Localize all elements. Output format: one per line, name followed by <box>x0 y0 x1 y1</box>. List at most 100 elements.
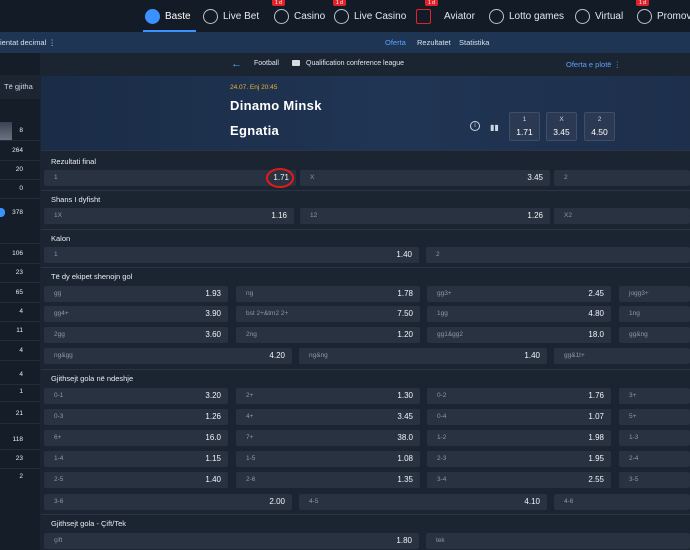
odds-cell[interactable]: çift 1.80 <box>44 533 419 549</box>
odds-cell[interactable]: 12 1.26 <box>300 208 550 224</box>
outcome-label: 2-3 <box>437 455 447 462</box>
odds-cell[interactable]: 2-5 1.40 <box>44 472 228 488</box>
odds-cell[interactable]: 4+ 3.45 <box>236 409 420 425</box>
sidebar-count[interactable]: 11 <box>0 322 40 339</box>
odds-cell[interactable]: 1-2 1.98 <box>427 430 611 446</box>
stats-bar-icon[interactable]: ▮▮ <box>490 123 499 132</box>
sidebar-count[interactable]: 23 <box>0 450 40 467</box>
odds-cell[interactable]: gg 1.93 <box>44 286 228 302</box>
back-arrow-icon[interactable]: ← <box>231 58 242 70</box>
odds-cell[interactable]: 2-4 <box>619 451 690 467</box>
tab-oferta[interactable]: Oferta <box>385 32 406 53</box>
odds-cell[interactable]: 2+ 1.30 <box>236 388 420 404</box>
outcome-label: 1-4 <box>54 455 64 462</box>
flag-icon <box>292 60 300 66</box>
casino-icon <box>274 8 289 24</box>
sidebar-count[interactable]: 4 <box>0 342 40 359</box>
odds-cell[interactable]: 0-4 1.07 <box>427 409 611 425</box>
sidebar-count[interactable]: 0 <box>0 180 40 197</box>
odds-cell[interactable]: 1 1.71 <box>44 170 296 186</box>
sidebar-count[interactable]: 65 <box>0 284 40 301</box>
odds-cell[interactable]: 1gg 4.80 <box>427 306 611 322</box>
nav-aviator[interactable]: Aviator <box>416 0 475 32</box>
market-title: Gjithsejt gola - Çift/Tek <box>51 519 127 528</box>
sidebar-count[interactable]: 264 <box>0 142 40 159</box>
odds-cell[interactable]: 2-3 1.95 <box>427 451 611 467</box>
tab-rezultatet[interactable]: Rezultatet <box>417 32 451 53</box>
odds-cell[interactable]: ng&ng 1.40 <box>299 348 547 364</box>
sidebar-count[interactable]: 4 <box>0 303 40 320</box>
odds-cell[interactable]: 4-5 4.10 <box>299 494 547 510</box>
odds-cell[interactable]: 2gg 3.60 <box>44 327 228 343</box>
odds-cell[interactable]: X 3.45 <box>300 170 550 186</box>
nav-lotto-games[interactable]: Lotto games <box>489 0 564 32</box>
odds-cell[interactable]: tek <box>426 533 690 549</box>
odds-value: 1.71 <box>516 127 533 137</box>
odds-cell[interactable]: 1-3 <box>619 430 690 446</box>
sidebar-count[interactable]: 20 <box>0 161 40 178</box>
lotto-icon <box>489 8 504 24</box>
sidebar-count[interactable]: 118 <box>0 431 40 448</box>
odds-box-1[interactable]: 1 1.71 <box>509 112 540 141</box>
outcome-label: 0-3 <box>54 413 64 420</box>
odds-cell[interactable]: 2-6 1.35 <box>236 472 420 488</box>
odds-cell[interactable]: 2 <box>426 247 690 263</box>
nav-live-casino[interactable]: Live Casino <box>334 0 406 32</box>
odds-cell[interactable]: 1ng <box>619 306 690 322</box>
odds-cell[interactable]: gg&1t+ <box>554 348 690 364</box>
sidebar-count[interactable]: 106 <box>0 245 40 262</box>
odds-cell[interactable]: 3-4 2.55 <box>427 472 611 488</box>
odds-box-2[interactable]: 2 4.50 <box>584 112 615 141</box>
odds-cell[interactable]: X2 <box>554 208 690 224</box>
nav-live-bet[interactable]: Live Bet <box>203 0 259 32</box>
sidebar-count[interactable]: 8 <box>0 122 40 139</box>
odds-cell[interactable]: 1-4 1.15 <box>44 451 228 467</box>
odds-cell[interactable]: 7+ 38.0 <box>236 430 420 446</box>
nav-virtual[interactable]: Virtual <box>575 0 623 32</box>
sidebar-count[interactable]: 4 <box>0 366 40 383</box>
odds-cell[interactable]: gg3+ 2.45 <box>427 286 611 302</box>
nav-casino[interactable]: Casino <box>274 0 325 32</box>
odds-cell[interactable]: 6+ 16.0 <box>44 430 228 446</box>
odds-cell[interactable]: 1X 1.16 <box>44 208 294 224</box>
market-title: Gjithsejt gola në ndeshje <box>51 374 134 383</box>
tab-statistika[interactable]: Statistika <box>459 32 489 53</box>
breadcrumb-league[interactable]: Qualification conference league <box>306 60 404 67</box>
odds-cell[interactable]: 2 <box>554 170 690 186</box>
odds-cell[interactable]: 1-5 1.08 <box>236 451 420 467</box>
odds-cell[interactable]: 4-6 <box>554 494 690 510</box>
sidebar-count[interactable]: 21 <box>0 405 40 422</box>
breadcrumb-sport[interactable]: Football <box>254 60 279 67</box>
nav-baste[interactable]: Baste <box>145 0 191 32</box>
odds-cell[interactable]: 0-3 1.26 <box>44 409 228 425</box>
odds-cell[interactable]: 3+ <box>619 388 690 404</box>
odds-cell[interactable]: bst 2+&tm2 2+ 7.50 <box>236 306 420 322</box>
odds-cell[interactable]: 3-6 2.00 <box>44 494 292 510</box>
sidebar-count[interactable]: 2 <box>0 468 40 485</box>
odds-cell[interactable]: 3-5 <box>619 472 690 488</box>
full-offer-link[interactable]: Oferta e plotë ⋮ <box>566 60 621 69</box>
sidebar-count[interactable]: 23 <box>0 264 40 281</box>
odds-cell[interactable]: gg&ng <box>619 327 690 343</box>
info-icon[interactable]: i <box>470 121 480 131</box>
outcome-label: 1 <box>54 174 58 181</box>
outcome-label: 2+ <box>246 392 254 399</box>
odds-cell[interactable]: 0-1 3.20 <box>44 388 228 404</box>
odds-box-x[interactable]: X 3.45 <box>546 112 577 141</box>
odds-cell[interactable]: 5+ <box>619 409 690 425</box>
odds-cell[interactable]: gg4+ 3.90 <box>44 306 228 322</box>
nav-promovi[interactable]: Promovi <box>637 0 690 32</box>
odds-cell[interactable]: ng&gg 4.20 <box>44 348 292 364</box>
odds-format-selector[interactable]: ientat decimal ⋮ <box>0 32 56 53</box>
virtual-icon <box>575 8 590 24</box>
odds-cell[interactable]: 0-2 1.76 <box>427 388 611 404</box>
sidebar-count[interactable]: 1 <box>0 383 40 400</box>
odd-value: 1.40 <box>396 250 412 259</box>
odds-cell[interactable]: ng 1.78 <box>236 286 420 302</box>
odds-cell[interactable]: 1 1.40 <box>44 247 419 263</box>
odds-cell[interactable]: 2ng 1.20 <box>236 327 420 343</box>
sidebar-all-filter[interactable]: Të gjitha <box>0 75 40 99</box>
sidebar-count[interactable]: 378 <box>0 204 40 221</box>
odds-cell[interactable]: jogg3+ <box>619 286 690 302</box>
odds-cell[interactable]: gg1&gg2 18.0 <box>427 327 611 343</box>
